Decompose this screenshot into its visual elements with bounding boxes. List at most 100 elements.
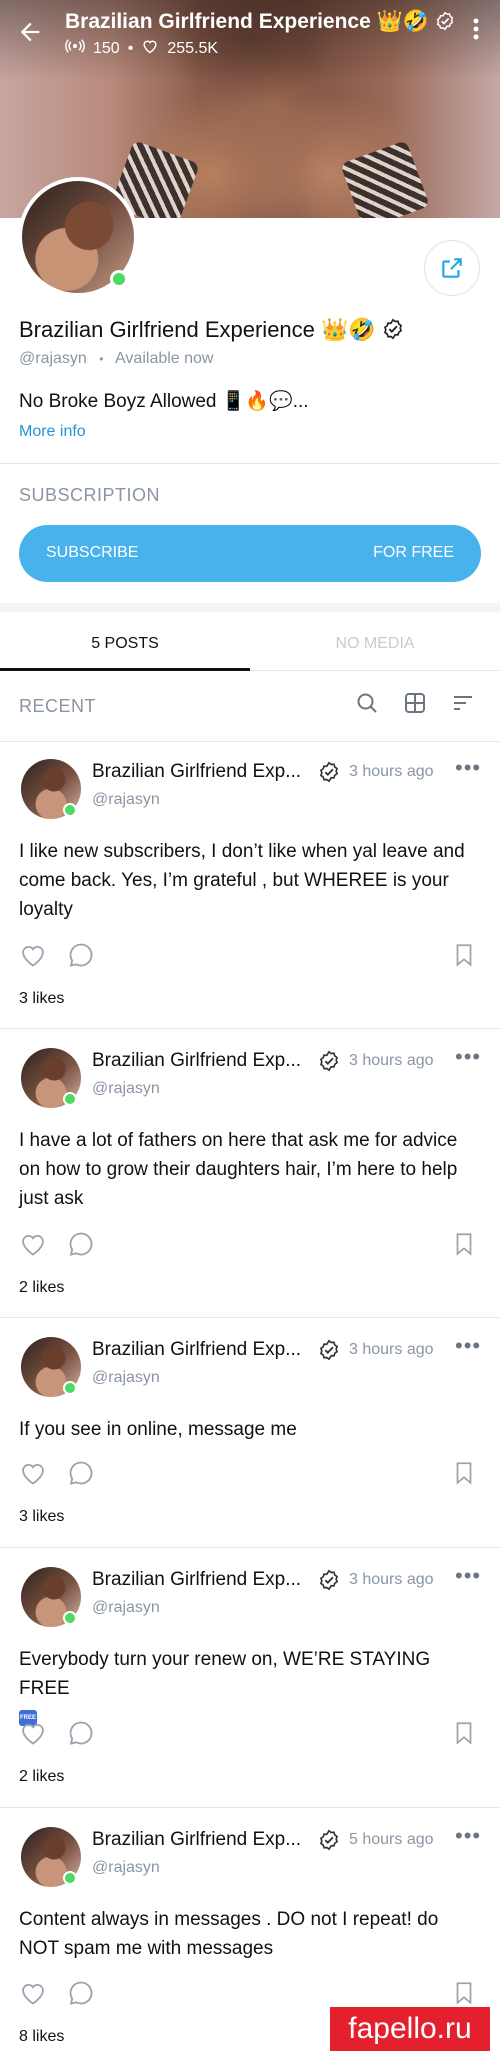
post-more-icon[interactable]: ••• bbox=[455, 1823, 481, 1849]
post-time[interactable]: 3 hours ago bbox=[349, 1341, 434, 1359]
post-author-name[interactable]: Brazilian Girlfriend Exp... bbox=[92, 761, 307, 783]
divider bbox=[0, 463, 500, 464]
post-card: Brazilian Girlfriend Exp... 3 hours ago … bbox=[0, 741, 500, 1029]
heart-icon bbox=[141, 38, 159, 59]
post-likes[interactable]: 8 likes bbox=[19, 2028, 64, 2046]
subscribe-button[interactable]: SUBSCRIBE FOR FREE bbox=[19, 525, 481, 582]
more-options-icon[interactable] bbox=[466, 18, 486, 48]
header-title: Brazilian Girlfriend Experience 👑🤣 bbox=[65, 10, 455, 34]
post-time[interactable]: 3 hours ago bbox=[349, 1571, 434, 1589]
verified-icon bbox=[319, 1569, 339, 1591]
verified-icon bbox=[319, 761, 339, 783]
back-arrow-icon[interactable] bbox=[16, 18, 46, 48]
verified-icon bbox=[436, 11, 453, 31]
post-author-handle: @rajasyn bbox=[92, 1599, 160, 1616]
post-card: Brazilian Girlfriend Exp... 3 hours ago … bbox=[0, 1549, 500, 1807]
grid-icon[interactable] bbox=[401, 691, 429, 719]
availability-status: Available now bbox=[115, 350, 214, 367]
stats-separator: • bbox=[127, 39, 134, 57]
post-likes[interactable]: 2 likes bbox=[19, 1768, 64, 1786]
online-status-dot bbox=[110, 270, 128, 288]
recent-label: RECENT bbox=[19, 696, 97, 716]
recent-bar: RECENT bbox=[0, 671, 500, 741]
post-author-handle: @rajasyn bbox=[92, 1080, 160, 1097]
like-heart-icon[interactable] bbox=[19, 941, 49, 971]
post-time[interactable]: 3 hours ago bbox=[349, 763, 434, 781]
like-heart-icon[interactable] bbox=[19, 1230, 49, 1260]
share-icon bbox=[442, 258, 462, 278]
online-status-dot bbox=[63, 1381, 77, 1395]
verified-icon bbox=[319, 1339, 339, 1361]
post-text: Content always in messages . DO not I re… bbox=[19, 1909, 439, 1959]
bookmark-icon[interactable] bbox=[451, 941, 481, 971]
post-likes[interactable]: 3 likes bbox=[19, 990, 64, 1008]
subscribe-price: FOR FREE bbox=[373, 544, 454, 561]
subscribe-label: SUBSCRIBE bbox=[46, 544, 139, 561]
bookmark-icon[interactable] bbox=[451, 1719, 481, 1749]
post-text: If you see in online, message me bbox=[19, 1419, 297, 1440]
live-count: 150 bbox=[93, 39, 120, 57]
divider bbox=[0, 1028, 500, 1029]
post-likes[interactable]: 3 likes bbox=[19, 1508, 64, 1526]
tab-media[interactable]: NO MEDIA bbox=[250, 617, 500, 671]
post-card: Brazilian Girlfriend Exp... 3 hours ago … bbox=[0, 1319, 500, 1547]
divider bbox=[0, 1807, 500, 1808]
live-icon bbox=[65, 38, 85, 59]
profile-name: Brazilian Girlfriend Experience 👑🤣 bbox=[19, 317, 404, 343]
comment-icon[interactable] bbox=[67, 1979, 97, 2009]
comment-icon[interactable] bbox=[67, 1459, 97, 1489]
profile-tabs: 5 POSTS NO MEDIA bbox=[0, 617, 500, 671]
comment-icon[interactable] bbox=[67, 1230, 97, 1260]
post-author-name[interactable]: Brazilian Girlfriend Exp... bbox=[92, 1339, 307, 1361]
post-text: I have a lot of fathers on here that ask… bbox=[19, 1130, 458, 1209]
post-author-handle: @rajasyn bbox=[92, 1859, 160, 1876]
like-heart-icon[interactable] bbox=[19, 1719, 49, 1749]
online-status-dot bbox=[63, 1871, 77, 1885]
watermark-logo: fapello.ru bbox=[330, 2007, 490, 2051]
post-author-name[interactable]: Brazilian Girlfriend Exp... bbox=[92, 1050, 307, 1072]
post-more-icon[interactable]: ••• bbox=[455, 1563, 481, 1589]
comment-icon[interactable] bbox=[67, 1719, 97, 1749]
section-divider bbox=[0, 603, 500, 612]
header-title-text: Brazilian Girlfriend Experience 👑🤣 bbox=[65, 10, 429, 33]
post-time[interactable]: 5 hours ago bbox=[349, 1831, 434, 1849]
post-text: I like new subscribers, I don’t like whe… bbox=[19, 841, 465, 920]
online-status-dot bbox=[63, 1092, 77, 1106]
top-bar: Brazilian Girlfriend Experience 👑🤣 150 •… bbox=[0, 0, 500, 70]
profile-name-text: Brazilian Girlfriend Experience 👑🤣 bbox=[19, 317, 376, 342]
verified-icon bbox=[319, 1050, 339, 1072]
post-likes[interactable]: 2 likes bbox=[19, 1279, 64, 1297]
post-more-icon[interactable]: ••• bbox=[455, 1044, 481, 1070]
subscription-heading: SUBSCRIPTION bbox=[19, 485, 161, 505]
post-more-icon[interactable]: ••• bbox=[455, 755, 481, 781]
verified-icon bbox=[319, 1829, 339, 1851]
more-info-link[interactable]: More info bbox=[19, 423, 86, 441]
profile-handle: @rajasyn bbox=[19, 350, 87, 367]
share-button[interactable] bbox=[424, 240, 480, 296]
post-text-content: Everybody turn your renew on, WE’RE STAY… bbox=[19, 1649, 431, 1699]
bookmark-icon[interactable] bbox=[451, 1459, 481, 1489]
post-card: Brazilian Girlfriend Exp... 3 hours ago … bbox=[0, 1030, 500, 1318]
divider bbox=[0, 1317, 500, 1318]
verified-icon bbox=[383, 318, 402, 340]
like-heart-icon[interactable] bbox=[19, 1459, 49, 1489]
post-author-name[interactable]: Brazilian Girlfriend Exp... bbox=[92, 1829, 307, 1851]
like-heart-icon[interactable] bbox=[19, 1979, 49, 2009]
bookmark-icon[interactable] bbox=[451, 1979, 481, 2009]
post-author-name[interactable]: Brazilian Girlfriend Exp... bbox=[92, 1569, 307, 1591]
online-status-dot bbox=[63, 1611, 77, 1625]
header-stats: 150 • 255.5K bbox=[65, 38, 218, 59]
comment-icon[interactable] bbox=[67, 941, 97, 971]
divider bbox=[0, 1547, 500, 1548]
search-icon[interactable] bbox=[353, 691, 381, 719]
online-status-dot bbox=[63, 803, 77, 817]
post-more-icon[interactable]: ••• bbox=[455, 1333, 481, 1359]
tab-posts[interactable]: 5 POSTS bbox=[0, 617, 250, 671]
profile-bio: No Broke Boyz Allowed 📱🔥💬... bbox=[19, 391, 309, 412]
bookmark-icon[interactable] bbox=[451, 1230, 481, 1260]
post-author-handle: @rajasyn bbox=[92, 1369, 160, 1386]
sort-icon[interactable] bbox=[449, 691, 477, 719]
post-author-handle: @rajasyn bbox=[92, 791, 160, 808]
post-time[interactable]: 3 hours ago bbox=[349, 1052, 434, 1070]
profile-subline: @rajasyn • Available now bbox=[19, 350, 213, 368]
